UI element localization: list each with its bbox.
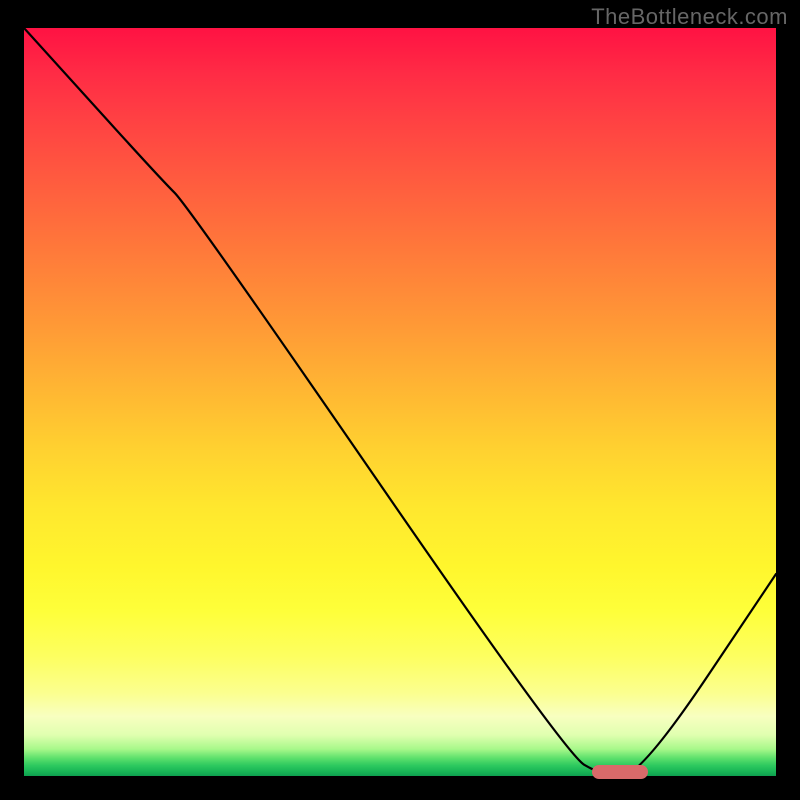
- bottleneck-curve-path: [24, 28, 776, 776]
- watermark-text: TheBottleneck.com: [591, 4, 788, 30]
- optimal-marker: [592, 765, 648, 779]
- curve-layer: [24, 28, 776, 776]
- plot-area: [24, 28, 776, 776]
